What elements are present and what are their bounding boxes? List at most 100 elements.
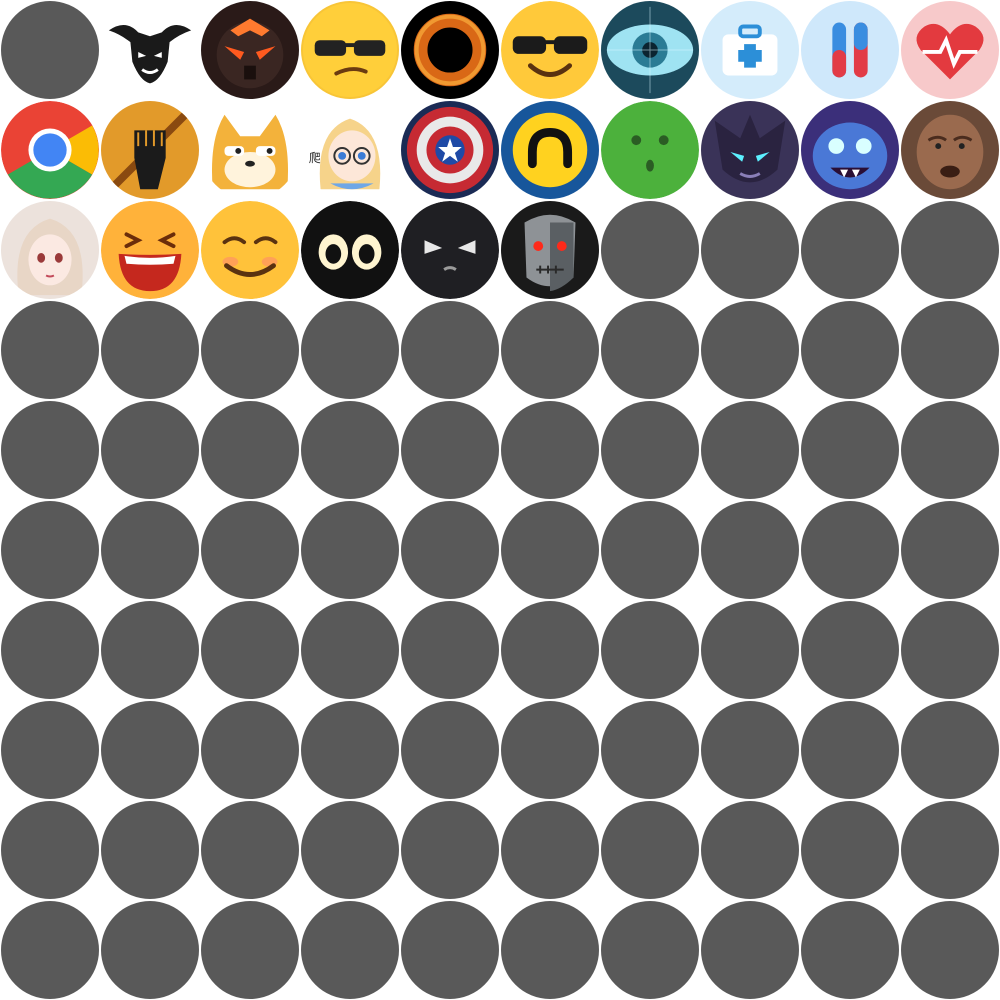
avatar-placeholder[interactable] [501,401,599,499]
avatar-placeholder[interactable] [101,901,199,999]
avatar-placeholder[interactable] [901,801,999,899]
avatar-option[interactable] [201,201,299,299]
avatar-placeholder[interactable] [201,501,299,599]
avatar-placeholder[interactable] [301,501,399,599]
avatar-placeholder[interactable] [201,801,299,899]
avatar-placeholder[interactable] [401,701,499,799]
avatar-placeholder[interactable] [201,301,299,399]
avatar-placeholder[interactable] [801,601,899,699]
avatar-placeholder[interactable] [401,301,499,399]
avatar-placeholder[interactable] [901,501,999,599]
avatar-option[interactable] [501,101,599,199]
avatar-placeholder[interactable] [301,901,399,999]
avatar-placeholder[interactable] [501,601,599,699]
avatar-placeholder[interactable] [901,601,999,699]
avatar-placeholder[interactable] [601,501,699,599]
avatar-placeholder[interactable] [601,401,699,499]
avatar-placeholder[interactable] [1,901,99,999]
avatar-placeholder[interactable] [201,701,299,799]
avatar-placeholder[interactable] [701,601,799,699]
avatar-placeholder[interactable] [101,501,199,599]
avatar-placeholder[interactable] [701,801,799,899]
avatar-placeholder[interactable] [901,901,999,999]
avatar-placeholder[interactable] [501,701,599,799]
avatar-placeholder[interactable] [901,701,999,799]
avatar-option[interactable] [801,101,899,199]
avatar-placeholder[interactable] [301,301,399,399]
avatar-placeholder[interactable] [601,601,699,699]
avatar-option[interactable] [101,101,199,199]
avatar-placeholder[interactable] [201,901,299,999]
avatar-placeholder[interactable] [101,401,199,499]
avatar-placeholder[interactable] [301,801,399,899]
avatar-placeholder[interactable] [501,801,599,899]
avatar-placeholder[interactable] [601,301,699,399]
avatar-option[interactable] [101,201,199,299]
avatar-placeholder[interactable] [101,301,199,399]
avatar-placeholder[interactable] [1,501,99,599]
avatar-placeholder[interactable] [1,701,99,799]
avatar-option[interactable] [401,101,499,199]
avatar-option[interactable] [601,101,699,199]
avatar-placeholder[interactable] [1,601,99,699]
avatar-option[interactable] [501,1,599,99]
avatar-placeholder[interactable] [801,401,899,499]
avatar-placeholder[interactable] [101,801,199,899]
avatar-placeholder[interactable] [1,401,99,499]
avatar-option[interactable] [501,201,599,299]
avatar-placeholder[interactable] [401,501,499,599]
avatar-placeholder[interactable] [801,801,899,899]
avatar-placeholder[interactable] [501,301,599,399]
avatar-option[interactable] [1,201,99,299]
avatar-placeholder[interactable] [801,701,899,799]
avatar-placeholder[interactable] [601,801,699,899]
avatar-placeholder[interactable] [801,301,899,399]
avatar-placeholder[interactable] [301,601,399,699]
avatar-placeholder[interactable] [701,901,799,999]
avatar-placeholder[interactable] [301,701,399,799]
avatar-placeholder[interactable] [101,601,199,699]
avatar-option[interactable] [701,1,799,99]
avatar-option[interactable] [101,1,199,99]
avatar-placeholder[interactable] [701,401,799,499]
avatar-option[interactable] [301,1,399,99]
avatar-placeholder[interactable] [401,601,499,699]
avatar-placeholder[interactable] [801,201,899,299]
avatar-placeholder[interactable] [1,801,99,899]
avatar-placeholder[interactable] [201,601,299,699]
avatar-option[interactable] [901,101,999,199]
avatar-placeholder[interactable] [201,401,299,499]
avatar-placeholder[interactable] [401,901,499,999]
avatar-option[interactable] [401,201,499,299]
avatar-placeholder[interactable] [401,401,499,499]
avatar-option[interactable] [201,101,299,199]
avatar-placeholder[interactable] [601,701,699,799]
avatar-placeholder[interactable] [701,301,799,399]
avatar-option[interactable] [601,1,699,99]
avatar-placeholder[interactable] [801,901,899,999]
avatar-placeholder[interactable] [601,201,699,299]
avatar-placeholder[interactable] [1,301,99,399]
avatar-option[interactable] [401,1,499,99]
avatar-placeholder[interactable] [701,201,799,299]
avatar-option[interactable] [701,101,799,199]
avatar-placeholder[interactable] [901,401,999,499]
avatar-placeholder[interactable] [301,401,399,499]
avatar-placeholder[interactable] [1,1,99,99]
avatar-option[interactable]: 爬 [301,101,399,199]
avatar-placeholder[interactable] [501,901,599,999]
avatar-option[interactable] [801,1,899,99]
avatar-option[interactable] [901,1,999,99]
avatar-placeholder[interactable] [801,501,899,599]
avatar-placeholder[interactable] [901,301,999,399]
avatar-placeholder[interactable] [101,701,199,799]
avatar-placeholder[interactable] [401,801,499,899]
avatar-placeholder[interactable] [601,901,699,999]
avatar-placeholder[interactable] [701,701,799,799]
avatar-placeholder[interactable] [501,501,599,599]
avatar-placeholder[interactable] [701,501,799,599]
avatar-option[interactable] [301,201,399,299]
avatar-placeholder[interactable] [901,201,999,299]
avatar-option[interactable] [201,1,299,99]
avatar-option[interactable] [1,101,99,199]
